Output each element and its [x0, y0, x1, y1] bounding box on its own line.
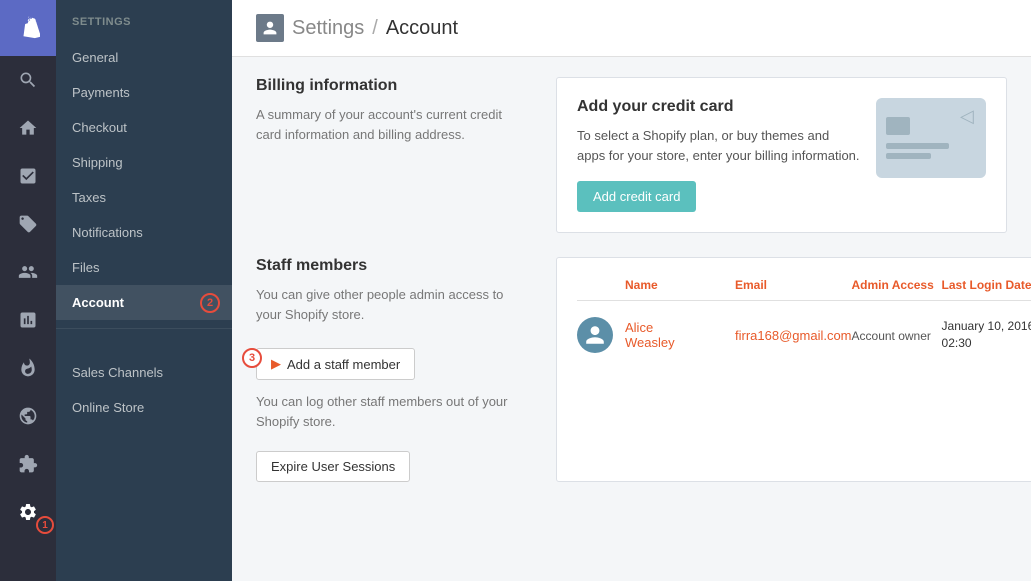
- tags-icon-nav[interactable]: [0, 200, 56, 248]
- add-staff-button[interactable]: ▶ Add a staff member: [256, 348, 415, 380]
- search-icon-nav[interactable]: [0, 56, 56, 104]
- staff-section: Staff members You can give other people …: [256, 257, 1007, 482]
- content-area: Billing information A summary of your ac…: [232, 57, 1031, 526]
- sidebar-item-files[interactable]: Files: [56, 250, 232, 285]
- staff-section-left: Staff members You can give other people …: [256, 257, 536, 482]
- staff-avatar-col: [577, 317, 625, 353]
- staff-logout-description: You can log other staff members out of y…: [256, 392, 526, 431]
- col-avatar-header: [577, 278, 625, 292]
- staff-access-col: Account owner: [852, 328, 942, 343]
- col-login-header: Last Login Date: [942, 278, 1031, 292]
- sidebar-item-notifications[interactable]: Notifications: [56, 215, 232, 250]
- col-name-header: Name: [625, 278, 735, 292]
- add-credit-card-button[interactable]: Add credit card: [577, 181, 696, 212]
- nav-header: SETTINGS: [56, 0, 232, 40]
- analytics-icon-nav[interactable]: [0, 296, 56, 344]
- breadcrumb-separator: /: [372, 17, 378, 40]
- sidebar-item-sales-channels[interactable]: Sales Channels: [56, 355, 232, 390]
- sidebar-item-online-store[interactable]: Online Store: [56, 390, 232, 425]
- card-chip: [886, 117, 910, 135]
- sidebar-item-taxes[interactable]: Taxes: [56, 180, 232, 215]
- sidebar-item-checkout[interactable]: Checkout: [56, 110, 232, 145]
- nav-sidebar: SETTINGS General Payments Checkout Shipp…: [56, 0, 232, 581]
- billing-title: Billing information: [256, 77, 526, 95]
- sidebar-item-payments[interactable]: Payments: [56, 75, 232, 110]
- card-stripe-2: [886, 153, 931, 159]
- nav-divider: [56, 328, 232, 329]
- staff-access-text: Account owner: [852, 329, 931, 343]
- col-access-header: Admin Access: [852, 278, 942, 292]
- billing-card: Add your credit card To select a Shopify…: [556, 77, 1007, 233]
- staff-email-col: firra168@gmail.com: [735, 328, 852, 343]
- table-row: AliceWeasley firra168@gmail.com Account …: [577, 309, 1031, 361]
- sidebar-item-shipping[interactable]: Shipping: [56, 145, 232, 180]
- card-stripe-1: [886, 143, 949, 149]
- globe-icon-nav[interactable]: [0, 392, 56, 440]
- col-email-header: Email: [735, 278, 852, 292]
- header-account-icon: [256, 14, 284, 42]
- avatar: [577, 317, 613, 353]
- staff-login-col: January 10, 201602:30: [942, 318, 1031, 352]
- badge-2: 2: [200, 293, 220, 313]
- icon-sidebar: 1: [0, 0, 56, 581]
- billing-section: Billing information A summary of your ac…: [256, 77, 1007, 233]
- staff-table-header: Name Email Admin Access Last Login Date: [577, 278, 1031, 301]
- staff-email-link[interactable]: firra168@gmail.com: [735, 328, 852, 343]
- billing-card-info: Add your credit card To select a Shopify…: [577, 98, 860, 212]
- marketing-icon-nav[interactable]: [0, 344, 56, 392]
- credit-card-illustration: ◁: [876, 98, 986, 178]
- staff-name-link[interactable]: AliceWeasley: [625, 320, 675, 350]
- staff-login-date: January 10, 201602:30: [942, 319, 1031, 350]
- staff-title: Staff members: [256, 257, 526, 275]
- billing-card-title: Add your credit card: [577, 98, 860, 116]
- billing-card-description: To select a Shopify plan, or buy themes …: [577, 126, 860, 165]
- billing-description: A summary of your account's current cred…: [256, 105, 526, 144]
- staff-card: Name Email Admin Access Last Login Date …: [556, 257, 1031, 482]
- customers-icon-nav[interactable]: [0, 248, 56, 296]
- expire-sessions-button[interactable]: Expire User Sessions: [256, 451, 410, 482]
- sidebar-item-general[interactable]: General: [56, 40, 232, 75]
- sub-header: [56, 337, 232, 355]
- page-header: Settings / Account: [232, 0, 1031, 57]
- staff-description: You can give other people admin access t…: [256, 285, 526, 324]
- staff-table: Name Email Admin Access Last Login Date …: [577, 278, 1031, 361]
- home-icon-nav[interactable]: [0, 104, 56, 152]
- staff-name-col: AliceWeasley: [625, 320, 735, 350]
- badge-3: 3: [242, 348, 262, 368]
- breadcrumb-current: Account: [386, 17, 458, 40]
- badge-1: 1: [36, 516, 54, 534]
- sidebar-item-account[interactable]: Account 2: [56, 285, 232, 320]
- shopify-logo[interactable]: [0, 0, 56, 56]
- orders-icon-nav[interactable]: [0, 152, 56, 200]
- card-nfc-icon: ◁: [960, 106, 978, 124]
- add-staff-arrow-icon: ▶: [271, 356, 281, 372]
- settings-icon-nav[interactable]: 1: [0, 488, 56, 536]
- main-content: Settings / Account Billing information A…: [232, 0, 1031, 581]
- apps-icon-nav[interactable]: [0, 440, 56, 488]
- billing-section-left: Billing information A summary of your ac…: [256, 77, 536, 233]
- breadcrumb-settings: Settings: [292, 17, 364, 40]
